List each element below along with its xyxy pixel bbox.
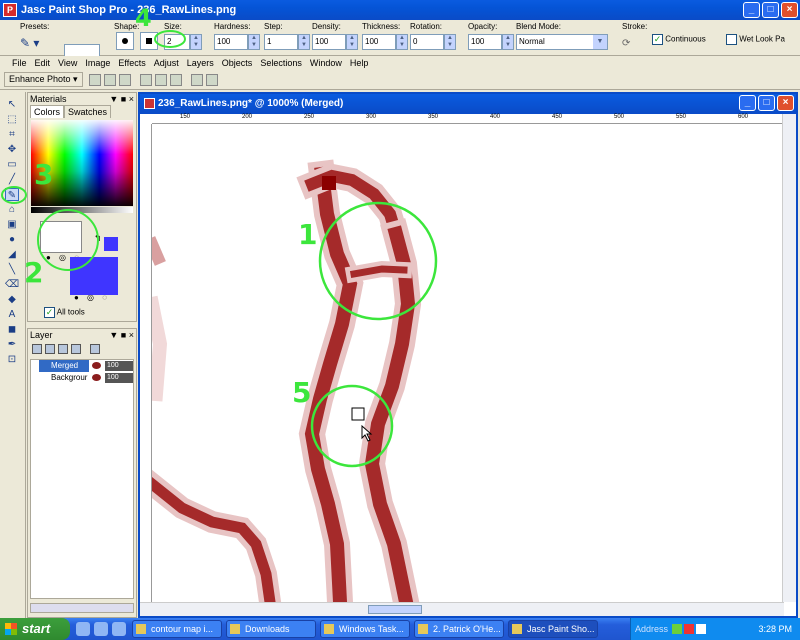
quick-launch-icon[interactable] — [94, 622, 108, 636]
address-label[interactable]: Address — [635, 624, 668, 634]
taskbar-item[interactable]: Downloads — [226, 620, 316, 638]
system-tray: Address 3:28 PM — [630, 618, 800, 640]
quick-launch — [76, 622, 126, 636]
annotation-number: 4 — [135, 4, 152, 32]
highlight-brush-tool — [1, 186, 27, 204]
tray-icon[interactable] — [684, 624, 695, 634]
annotation-overlay — [1, 30, 186, 271]
taskbar: start contour map i... Downloads Windows… — [0, 618, 800, 640]
taskbar-item-active[interactable]: Jasc Paint Sho... — [508, 620, 598, 638]
taskbar-item[interactable]: 2. Patrick O'He... — [414, 620, 504, 638]
annotation-number: 1 — [298, 218, 318, 251]
tray-icon[interactable] — [672, 624, 683, 634]
tray-icon[interactable] — [696, 624, 707, 634]
taskbar-item[interactable]: contour map i... — [132, 620, 222, 638]
annotation-number: 5 — [292, 376, 312, 409]
start-button[interactable]: start — [0, 618, 70, 640]
quick-launch-icon[interactable] — [76, 622, 90, 636]
annotation-number: 2 — [24, 256, 44, 289]
annotation-number: 3 — [34, 158, 54, 191]
quick-launch-icon[interactable] — [112, 622, 126, 636]
taskbar-item[interactable]: Windows Task... — [320, 620, 410, 638]
clock: 3:28 PM — [758, 624, 792, 634]
highlight-color-swatch — [37, 209, 99, 271]
tray-icons — [672, 624, 707, 634]
highlight-size-field — [154, 30, 186, 48]
